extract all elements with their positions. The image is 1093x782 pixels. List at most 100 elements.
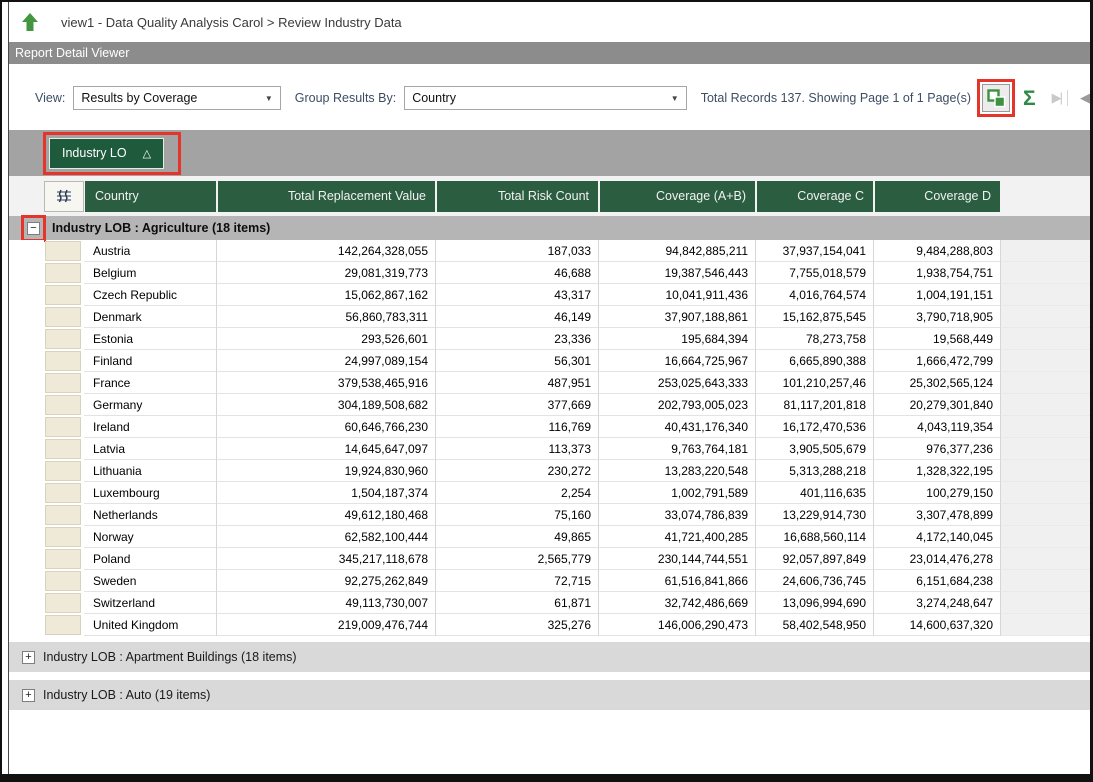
navigate-up-icon[interactable] <box>21 13 39 31</box>
table-row[interactable]: Norway 62,582,100,444 49,865 41,721,400,… <box>9 526 1090 548</box>
table-row[interactable]: Germany 304,189,508,682 377,669 202,793,… <box>9 394 1090 416</box>
toolbar: View: Results by Coverage ▼ Group Result… <box>9 78 1090 118</box>
last-page-icon[interactable]: ▶| <box>1052 90 1061 106</box>
view-dropdown[interactable]: Results by Coverage ▼ <box>73 86 280 110</box>
cell-coverage-ab: 230,144,744,551 <box>599 548 756 570</box>
row-selector[interactable] <box>45 505 81 525</box>
row-selector[interactable] <box>45 461 81 481</box>
row-indent <box>21 614 44 636</box>
cell-total-risk-count: 61,871 <box>436 592 599 614</box>
group-row-auto: + Industry LOB : Auto (19 items) <box>9 680 1090 710</box>
row-filler <box>1001 592 1090 614</box>
row-selector[interactable] <box>45 439 81 459</box>
table-row[interactable]: Czech Republic 15,062,867,162 43,317 10,… <box>9 284 1090 306</box>
table-row[interactable]: Poland 345,217,118,678 2,565,779 230,144… <box>9 548 1090 570</box>
row-selector[interactable] <box>45 593 81 613</box>
row-selector[interactable] <box>45 615 81 635</box>
field-chooser-icon <box>56 189 72 204</box>
row-selector[interactable] <box>45 373 81 393</box>
table-row[interactable]: Denmark 56,860,783,311 46,149 37,907,188… <box>9 306 1090 328</box>
group-by-dropdown[interactable]: Country ▼ <box>404 86 687 110</box>
cell-coverage-ab: 94,842,885,211 <box>599 240 756 262</box>
row-selector[interactable] <box>45 307 81 327</box>
column-header-coverage-ab[interactable]: Coverage (A+B) <box>600 181 757 212</box>
previous-page-icon[interactable]: ◀ <box>1080 90 1090 106</box>
table-row[interactable]: Lithuania 19,924,830,960 230,272 13,283,… <box>9 460 1090 482</box>
cell-coverage-ab: 146,006,290,473 <box>599 614 756 636</box>
row-selector[interactable] <box>45 549 81 569</box>
group-row-label: Industry LOB : Auto (19 items) <box>43 688 210 702</box>
group-field-chip[interactable]: Industry LO △ <box>49 138 164 169</box>
row-filler <box>1001 482 1090 504</box>
cell-coverage-d: 1,938,754,751 <box>874 262 1001 284</box>
cell-total-replacement-value: 142,264,328,055 <box>217 240 436 262</box>
table-row[interactable]: Austria 142,264,328,055 187,033 94,842,8… <box>9 240 1090 262</box>
table-row[interactable]: Ireland 60,646,766,230 116,769 40,431,17… <box>9 416 1090 438</box>
row-selector[interactable] <box>45 351 81 371</box>
row-filler <box>1001 350 1090 372</box>
table-row[interactable]: Luxembourg 1,504,187,374 2,254 1,002,791… <box>9 482 1090 504</box>
row-selector[interactable] <box>45 329 81 349</box>
row-selector[interactable] <box>45 527 81 547</box>
column-header-coverage-d[interactable]: Coverage D <box>875 181 1002 212</box>
column-chooser-button[interactable] <box>44 181 84 212</box>
breadcrumb-bar: view1 - Data Quality Analysis Carol > Re… <box>9 2 1090 42</box>
cell-coverage-d: 4,043,119,354 <box>874 416 1001 438</box>
row-selector[interactable] <box>45 285 81 305</box>
row-selector[interactable] <box>45 241 81 261</box>
table-row[interactable]: Latvia 14,645,647,097 113,373 9,763,764,… <box>9 438 1090 460</box>
row-selector[interactable] <box>45 395 81 415</box>
cell-country: United Kingdom <box>84 614 217 636</box>
cell-total-risk-count: 187,033 <box>436 240 599 262</box>
chevron-down-icon: ▼ <box>671 94 679 103</box>
cell-total-risk-count: 377,669 <box>436 394 599 416</box>
table-row[interactable]: Netherlands 49,612,180,468 75,160 33,074… <box>9 504 1090 526</box>
cell-total-replacement-value: 29,081,319,773 <box>217 262 436 284</box>
column-header-coverage-c[interactable]: Coverage C <box>757 181 875 212</box>
cell-coverage-ab: 19,387,546,443 <box>599 262 756 284</box>
cell-coverage-d: 20,279,301,840 <box>874 394 1001 416</box>
cell-country: Finland <box>84 350 217 372</box>
summary-sigma-icon[interactable]: Σ <box>1023 88 1036 109</box>
cell-total-risk-count: 49,865 <box>436 526 599 548</box>
cell-total-replacement-value: 219,009,476,744 <box>217 614 436 636</box>
row-filler <box>1001 548 1090 570</box>
cell-coverage-d: 976,377,236 <box>874 438 1001 460</box>
table-row[interactable]: Sweden 92,275,262,849 72,715 61,516,841,… <box>9 570 1090 592</box>
collapse-icon[interactable]: − <box>27 222 40 235</box>
expand-icon[interactable]: + <box>22 689 35 702</box>
row-selector[interactable] <box>45 571 81 591</box>
row-indent <box>21 416 44 438</box>
table-row[interactable]: United Kingdom 219,009,476,744 325,276 1… <box>9 614 1090 636</box>
row-filler <box>1001 284 1090 306</box>
export-button[interactable] <box>982 84 1010 112</box>
pager-divider <box>1067 90 1068 106</box>
cell-coverage-d: 1,328,322,195 <box>874 460 1001 482</box>
column-header-country[interactable]: Country <box>85 181 218 212</box>
pager: ▶| ◀ <box>1052 90 1090 106</box>
group-row-agriculture: − Industry LOB : Agriculture (18 items) <box>9 216 1090 240</box>
table-row[interactable]: Estonia 293,526,601 23,336 195,684,394 7… <box>9 328 1090 350</box>
column-header-total-replacement-value[interactable]: Total Replacement Value <box>218 181 437 212</box>
table-row[interactable]: France 379,538,465,916 487,951 253,025,6… <box>9 372 1090 394</box>
row-selector[interactable] <box>45 417 81 437</box>
row-indent <box>21 328 44 350</box>
expand-icon[interactable]: + <box>22 651 35 664</box>
table-row[interactable]: Finland 24,997,089,154 56,301 16,664,725… <box>9 350 1090 372</box>
cell-coverage-c: 58,402,548,950 <box>756 614 874 636</box>
row-selector[interactable] <box>45 483 81 503</box>
view-dropdown-value: Results by Coverage <box>81 91 197 105</box>
row-indent <box>21 262 44 284</box>
column-header-total-risk-count[interactable]: Total Risk Count <box>437 181 600 212</box>
table-row[interactable]: Belgium 29,081,319,773 46,688 19,387,546… <box>9 262 1090 284</box>
grid-header: Country Total Replacement Value Total Ri… <box>9 176 1090 216</box>
table-row[interactable]: Switzerland 49,113,730,007 61,871 32,742… <box>9 592 1090 614</box>
cell-total-risk-count: 2,565,779 <box>436 548 599 570</box>
cell-coverage-d: 1,666,472,799 <box>874 350 1001 372</box>
group-row-label: Industry LOB : Apartment Buildings (18 i… <box>43 650 297 664</box>
group-by-label: Group Results By: <box>295 91 396 105</box>
cell-country: Germany <box>84 394 217 416</box>
cell-coverage-d: 6,151,684,238 <box>874 570 1001 592</box>
row-selector[interactable] <box>45 263 81 283</box>
report-panel: view1 - Data Quality Analysis Carol > Re… <box>8 2 1090 774</box>
